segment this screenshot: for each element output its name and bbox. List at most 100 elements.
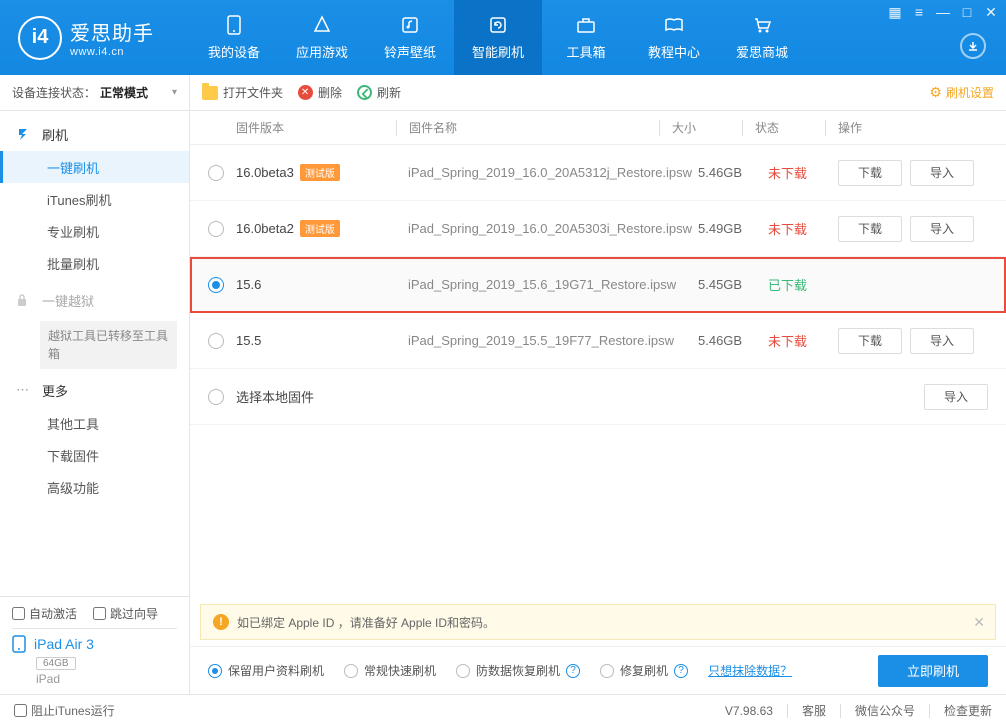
main-content: 打开文件夹 ✕删除 刷新 ⚙刷机设置 固件版本 固件名称 大小 状态 操作 16… xyxy=(190,75,1006,694)
refresh-button[interactable]: 刷新 xyxy=(356,84,401,101)
sidebar-jailbreak-head[interactable]: 一键越狱 xyxy=(0,283,189,317)
delete-icon: ✕ xyxy=(298,85,313,100)
firmware-name: iPad_Spring_2019_15.5_19F77_Restore.ipsw xyxy=(408,333,698,348)
firmware-name: iPad_Spring_2019_16.0_20A5303i_Restore.i… xyxy=(408,221,698,236)
app-url: www.i4.cn xyxy=(70,46,154,58)
sidebar-item-download-fw[interactable]: 下载固件 xyxy=(0,439,189,471)
local-firmware-row[interactable]: 选择本地固件 导入 xyxy=(190,369,1006,425)
nav-tutorial[interactable]: 教程中心 xyxy=(630,0,718,75)
version-text: 15.6 xyxy=(236,277,261,292)
toolbar: 打开文件夹 ✕删除 刷新 ⚙刷机设置 xyxy=(190,75,1006,111)
firmware-size: 5.46GB xyxy=(698,165,768,180)
version-text: 16.0beta2 xyxy=(236,221,294,236)
radio-local[interactable] xyxy=(208,389,224,405)
close-warning-icon[interactable]: ✕ xyxy=(973,614,985,631)
version-text: 15.5 xyxy=(236,333,261,348)
lock-icon xyxy=(16,293,32,307)
device-info[interactable]: iPad Air 3 xyxy=(12,628,177,655)
option-keep-data[interactable]: 保留用户资料刷机 xyxy=(208,662,324,679)
download-button[interactable]: 下载 xyxy=(838,216,902,242)
delete-button[interactable]: ✕删除 xyxy=(297,84,342,101)
flash-now-button[interactable]: 立即刷机 xyxy=(878,655,988,687)
nav-store[interactable]: 爱思商城 xyxy=(718,0,806,75)
wechat-link[interactable]: 微信公众号 xyxy=(855,702,915,719)
gear-icon: ⚙ xyxy=(929,84,942,101)
firmware-radio[interactable] xyxy=(208,277,224,293)
firmware-radio[interactable] xyxy=(208,165,224,181)
firmware-name: iPad_Spring_2019_15.6_19G71_Restore.ipsw xyxy=(408,277,698,292)
refresh-icon xyxy=(357,85,372,100)
auto-activate-checkbox[interactable]: 自动激活 xyxy=(12,605,77,622)
warning-bar: ! 如已绑定 Apple ID ，请准备好 Apple ID和密码。 ✕ xyxy=(200,604,996,640)
maximize-icon[interactable]: □ xyxy=(960,4,974,21)
device-status[interactable]: 设备连接状态： 正常模式 ▾ xyxy=(0,75,189,111)
open-folder-button[interactable]: 打开文件夹 xyxy=(202,84,283,101)
sidebar-item-other[interactable]: 其他工具 xyxy=(0,407,189,439)
import-button[interactable]: 导入 xyxy=(910,160,974,186)
sidebar: 设备连接状态： 正常模式 ▾ 刷机 一键刷机 iTunes刷机 专业刷机 批量刷… xyxy=(0,75,190,694)
firmware-radio[interactable] xyxy=(208,221,224,237)
firmware-row[interactable]: 15.6 iPad_Spring_2019_15.6_19G71_Restore… xyxy=(190,257,1006,313)
option-repair[interactable]: 修复刷机? xyxy=(600,662,688,679)
firmware-row[interactable]: 16.0beta2测试版 iPad_Spring_2019_16.0_20A53… xyxy=(190,201,1006,257)
app-header: i4 爱思助手 www.i4.cn 我的设备 应用游戏 铃声壁纸 智能刷机 工具… xyxy=(0,0,1006,75)
firmware-size: 5.46GB xyxy=(698,333,768,348)
menu-icon[interactable]: ▦ xyxy=(888,4,902,21)
logo-icon: i4 xyxy=(18,16,62,60)
firmware-row[interactable]: 15.5 iPad_Spring_2019_15.5_19F77_Restore… xyxy=(190,313,1006,369)
main-nav: 我的设备 应用游戏 铃声壁纸 智能刷机 工具箱 教程中心 爱思商城 xyxy=(190,0,806,75)
firmware-row[interactable]: 16.0beta3 测试版 iPad_Spring_2019_16.0_20A53… xyxy=(190,145,1006,201)
app-name: 爱思助手 xyxy=(70,17,154,46)
nav-toolbox[interactable]: 工具箱 xyxy=(542,0,630,75)
firmware-status: 未下载 xyxy=(768,219,838,238)
sidebar-item-pro[interactable]: 专业刷机 xyxy=(0,215,189,247)
version-text: 16.0beta3 xyxy=(236,165,294,180)
flash-options: 保留用户资料刷机 常规快速刷机 防数据恢复刷机? 修复刷机? 只想抹除数据？ 立… xyxy=(190,646,1006,694)
firmware-radio[interactable] xyxy=(208,333,224,349)
update-link[interactable]: 检查更新 xyxy=(944,702,992,719)
option-quick[interactable]: 常规快速刷机 xyxy=(344,662,436,679)
option-anti-recovery[interactable]: 防数据恢复刷机? xyxy=(456,662,580,679)
device-type: iPad xyxy=(36,672,177,686)
sidebar-item-batch[interactable]: 批量刷机 xyxy=(0,247,189,279)
beta-badge: 测试版 xyxy=(300,164,340,181)
import-button[interactable]: 导入 xyxy=(924,384,988,410)
firmware-size: 5.45GB xyxy=(698,277,768,292)
apps-icon xyxy=(311,14,333,36)
sidebar-more-head[interactable]: ⋯ 更多 xyxy=(0,373,189,407)
download-button[interactable]: 下载 xyxy=(838,328,902,354)
help-icon[interactable]: ? xyxy=(674,664,688,678)
help-icon[interactable]: ? xyxy=(566,664,580,678)
minimize-icon[interactable]: — xyxy=(936,4,950,21)
window-controls: ▦ ≡ — □ ✕ xyxy=(888,4,998,21)
firmware-name: iPad_Spring_2019_16.0_20A5312j_Restore.i… xyxy=(408,165,698,180)
import-button[interactable]: 导入 xyxy=(910,216,974,242)
skip-guide-checkbox[interactable]: 跳过向导 xyxy=(93,605,158,622)
list-icon[interactable]: ≡ xyxy=(912,4,926,21)
flash-icon xyxy=(16,127,32,141)
nav-flash[interactable]: 智能刷机 xyxy=(454,0,542,75)
toolbox-icon xyxy=(575,14,597,36)
close-icon[interactable]: ✕ xyxy=(984,4,998,21)
nav-my-device[interactable]: 我的设备 xyxy=(190,0,278,75)
support-link[interactable]: 客服 xyxy=(802,702,826,719)
download-icon[interactable] xyxy=(960,33,986,59)
firmware-size: 5.49GB xyxy=(698,221,768,236)
phone-icon xyxy=(223,14,245,36)
erase-link[interactable]: 只想抹除数据？ xyxy=(708,662,792,679)
nav-ringtone[interactable]: 铃声壁纸 xyxy=(366,0,454,75)
import-button[interactable]: 导入 xyxy=(910,328,974,354)
firmware-status: 未下载 xyxy=(768,331,838,350)
sidebar-item-advanced[interactable]: 高级功能 xyxy=(0,471,189,503)
download-button[interactable]: 下载 xyxy=(838,160,902,186)
sidebar-item-oneclick[interactable]: 一键刷机 xyxy=(0,151,189,183)
logo: i4 爱思助手 www.i4.cn xyxy=(0,16,190,60)
sidebar-flash-head[interactable]: 刷机 xyxy=(0,117,189,151)
flash-settings-button[interactable]: ⚙刷机设置 xyxy=(929,84,994,101)
firmware-status: 未下载 xyxy=(768,163,838,182)
music-icon xyxy=(399,14,421,36)
nav-apps[interactable]: 应用游戏 xyxy=(278,0,366,75)
block-itunes-checkbox[interactable]: 阻止iTunes运行 xyxy=(14,702,115,719)
tablet-icon xyxy=(12,635,26,653)
sidebar-item-itunes[interactable]: iTunes刷机 xyxy=(0,183,189,215)
